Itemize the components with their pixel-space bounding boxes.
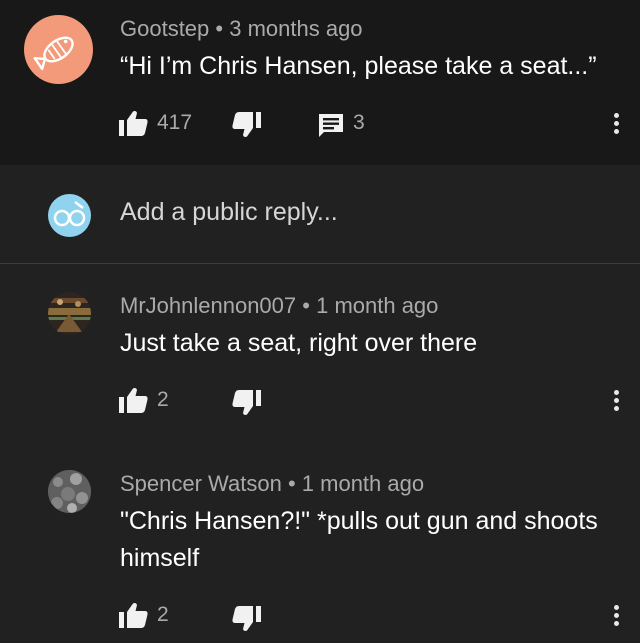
comment-meta: MrJohnlennon007 • 1 month ago — [120, 293, 438, 319]
top-comment: Gootstep • 3 months ago “Hi I’m Chris Ha… — [0, 0, 640, 165]
comment-author[interactable]: MrJohnlennon007 — [120, 293, 296, 318]
more-options-icon[interactable] — [614, 605, 620, 629]
comment-text-line: himself — [120, 544, 200, 572]
dislike-icon[interactable] — [232, 112, 261, 138]
profile-photo-icon — [48, 470, 91, 513]
like-count: 417 — [157, 111, 193, 134]
comment-time[interactable]: 3 months ago — [229, 16, 362, 41]
reply-icon[interactable] — [318, 113, 344, 138]
more-options-icon[interactable] — [614, 113, 620, 137]
mrjohnlennon-avatar[interactable] — [48, 292, 91, 335]
like-icon[interactable] — [119, 110, 148, 136]
glasses-icon — [53, 201, 86, 227]
reply-count: 3 — [353, 111, 365, 134]
like-icon[interactable] — [119, 602, 148, 628]
gootstep-avatar[interactable] — [24, 15, 93, 84]
fish-logo-icon — [33, 36, 74, 71]
spencer-avatar[interactable] — [48, 470, 91, 513]
like-icon[interactable] — [119, 387, 148, 413]
comment-time[interactable]: 1 month ago — [302, 471, 424, 496]
user-avatar[interactable] — [48, 194, 91, 237]
dislike-icon[interactable] — [232, 606, 261, 632]
comment-meta: Spencer Watson • 1 month ago — [120, 471, 424, 497]
comment-text-line: "Chris Hansen?!" *pulls out gun and shoo… — [120, 507, 598, 535]
comment-author[interactable]: Spencer Watson — [120, 471, 282, 496]
comment-author[interactable]: Gootstep — [120, 16, 209, 41]
comment-time[interactable]: 1 month ago — [316, 293, 438, 318]
comment-text: "Chris Hansen?!" *pulls out gun and shoo… — [120, 503, 598, 577]
meta-separator: • — [287, 471, 296, 496]
comment-meta: Gootstep • 3 months ago — [120, 16, 363, 42]
like-count: 2 — [157, 388, 169, 411]
reply-input[interactable]: Add a public reply... — [120, 198, 338, 227]
album-art-icon — [48, 292, 91, 335]
comment-text: “Hi I’m Chris Hansen, please take a seat… — [120, 52, 597, 80]
comment-text: Just take a seat, right over there — [120, 329, 478, 357]
meta-separator: • — [302, 293, 310, 318]
more-options-icon[interactable] — [614, 390, 620, 414]
like-count: 2 — [157, 603, 169, 626]
dislike-icon[interactable] — [232, 390, 261, 416]
meta-separator: • — [215, 16, 224, 41]
